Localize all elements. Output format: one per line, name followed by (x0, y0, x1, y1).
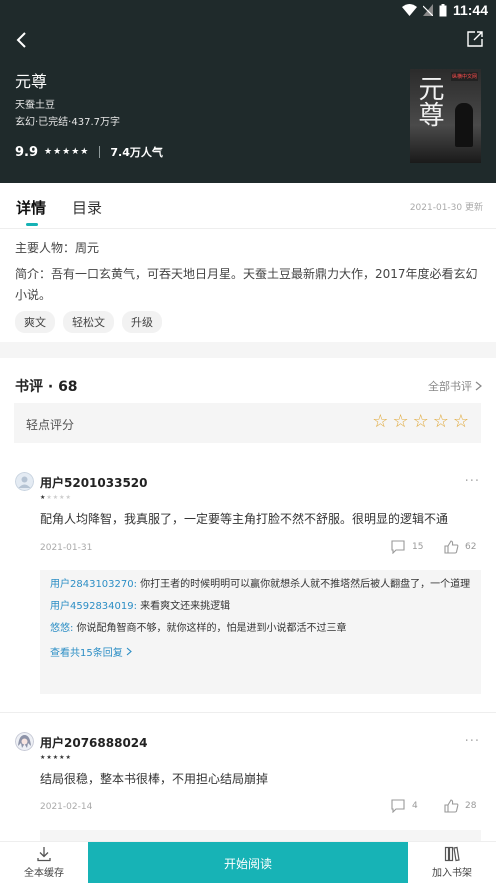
avatar[interactable] (15, 732, 34, 751)
reply-user[interactable]: 用户4592834019: (50, 601, 137, 612)
rate-star-5[interactable]: ☆ (453, 413, 469, 431)
all-reviews-label: 全部书评 (428, 380, 472, 393)
rate-star-2[interactable]: ☆ (392, 413, 408, 431)
user-stars-empty: ★★★★ (46, 494, 72, 501)
add-to-shelf-button[interactable]: 加入书架 (408, 846, 496, 879)
cover-title: 元尊 (414, 75, 444, 127)
tab-catalog[interactable]: 目录 (72, 197, 102, 218)
reply-list: 用户2843103270: 你打王者的时候明明可以赢你就想杀人就不推塔然后被人翻… (40, 570, 481, 694)
tag[interactable]: 升级 (122, 311, 162, 333)
book-author[interactable]: 天蚕土豆 (15, 96, 55, 111)
no-signal-icon (422, 4, 433, 16)
divider (99, 146, 101, 158)
review-username[interactable]: 用户5201033520 (40, 474, 148, 491)
book-intro: 简介：吾有一口玄黄气，可吞天地日月星。天蚕土豆最新鼎力大作，2017年度必看玄幻… (15, 267, 478, 302)
download-all-label: 全本缓存 (24, 868, 64, 879)
like-count: 28 (465, 801, 477, 811)
reply-item[interactable]: 用户4592834019: 来看爽文还来挑逻辑 (50, 600, 471, 614)
tab-bar: 详情 目录 2021-01-30 更新 (0, 183, 496, 229)
share-icon[interactable] (466, 30, 484, 48)
rate-star-3[interactable]: ☆ (413, 413, 429, 431)
thumbs-up-icon (444, 799, 459, 813)
download-all-button[interactable]: 全本缓存 (0, 846, 88, 879)
comment-count: 4 (412, 801, 418, 811)
quick-rate-box: 轻点评分 ☆ ☆ ☆ ☆ ☆ (14, 403, 481, 443)
review-text: 配角人均降智，我真服了，一定要等主角打脸不然不舒服。很明显的逻辑不通 (40, 512, 449, 526)
reply-user[interactable]: 悠悠: (50, 623, 73, 634)
rate-star-1[interactable]: ☆ (372, 413, 388, 431)
avatar[interactable] (15, 472, 34, 491)
battery-icon (439, 3, 447, 16)
thumbs-up-icon (444, 540, 459, 554)
section-divider (0, 342, 496, 358)
rating-stars: ★★★★★ (44, 147, 90, 157)
book-header: 11:44 元尊 天蚕土豆 玄幻·已完结·437.7万字 9.9 ★★★★★ 7… (0, 0, 496, 183)
comment-count: 15 (412, 542, 424, 552)
like-button[interactable]: 62 (444, 540, 476, 554)
popularity: 7.4万人气 (110, 146, 163, 159)
rating-score: 9.9 (15, 144, 39, 160)
book-cover[interactable]: 纵横中文网 元尊 (410, 69, 481, 163)
back-arrow-icon[interactable] (12, 30, 32, 50)
book-title: 元尊 (15, 72, 48, 91)
review-date: 2021-02-14 (40, 802, 93, 812)
tab-detail[interactable]: 详情 (16, 197, 46, 218)
see-more-replies[interactable]: 查看共15条回复 (50, 644, 471, 659)
chevron-right-icon (126, 647, 132, 656)
comment-icon (391, 540, 405, 554)
rate-star-4[interactable]: ☆ (433, 413, 449, 431)
see-more-label: 查看共15条回复 (50, 648, 123, 659)
comment-button[interactable]: 4 (390, 799, 418, 813)
reply-user[interactable]: 用户2843103270: (50, 579, 137, 590)
divider (0, 712, 496, 713)
book-meta: 玄幻·已完结·437.7万字 (15, 117, 120, 128)
start-reading-label: 开始阅读 (223, 856, 272, 871)
bookshelf-icon (444, 846, 460, 862)
reply-item[interactable]: 用户2843103270: 你打王者的时候明明可以赢你就想杀人就不推塔然后被人翻… (50, 578, 471, 592)
download-icon (37, 847, 51, 862)
reviews-title: 书评 · 68 (15, 379, 78, 395)
cover-badge: 纵横中文网 (450, 72, 478, 81)
status-bar: 11:44 (0, 0, 496, 20)
tag-list: 爽文 轻松文 升级 (15, 311, 162, 333)
rate-stars: ☆ ☆ ☆ ☆ ☆ (372, 413, 469, 431)
reply-text: 你说配角智商不够，就你这样的，怕是进到小说都活不过三章 (73, 623, 347, 634)
bottom-action-bar: 全本缓存 开始阅读 加入书架 (0, 841, 496, 883)
user-rating: ★★★★★ (40, 494, 72, 501)
all-reviews-link[interactable]: 全部书评 (428, 378, 482, 394)
reply-text: 来看爽文还来挑逻辑 (137, 601, 231, 612)
comment-button[interactable]: 15 (390, 540, 423, 554)
tag[interactable]: 轻松文 (63, 311, 114, 333)
like-count: 62 (465, 542, 477, 552)
status-time: 11:44 (452, 2, 488, 18)
chevron-right-icon (475, 381, 482, 391)
main-character: 主要人物：周元 (15, 241, 100, 255)
more-icon[interactable]: ··· (465, 734, 480, 749)
cover-figure (455, 103, 473, 147)
review-text: 结局很稳，整本书很棒，不用担心结局崩掉 (40, 772, 269, 786)
user-rating: ★★★★★ (40, 754, 72, 761)
wifi-icon (401, 4, 417, 16)
comment-icon (391, 799, 405, 813)
add-to-shelf-label: 加入书架 (432, 868, 472, 879)
updated-date: 2021-01-30 更新 (409, 203, 483, 213)
tab-indicator (26, 223, 38, 226)
more-icon[interactable]: ··· (465, 474, 480, 489)
like-button[interactable]: 28 (444, 799, 476, 813)
tag[interactable]: 爽文 (15, 311, 55, 333)
reply-text: 你打王者的时候明明可以赢你就想杀人就不推塔然后被人翻盘了，一个道理 (137, 579, 471, 590)
user-stars-filled: ★★★★★ (40, 754, 72, 761)
rating-row: 9.9 ★★★★★ 7.4万人气 (15, 144, 163, 160)
review-username[interactable]: 用户2076888024 (40, 734, 148, 751)
start-reading-button[interactable]: 开始阅读 (88, 842, 408, 883)
quick-rate-label: 轻点评分 (26, 418, 75, 432)
reply-item[interactable]: 悠悠: 你说配角智商不够，就你这样的，怕是进到小说都活不过三章 (50, 622, 471, 636)
review-date: 2021-01-31 (40, 543, 93, 553)
